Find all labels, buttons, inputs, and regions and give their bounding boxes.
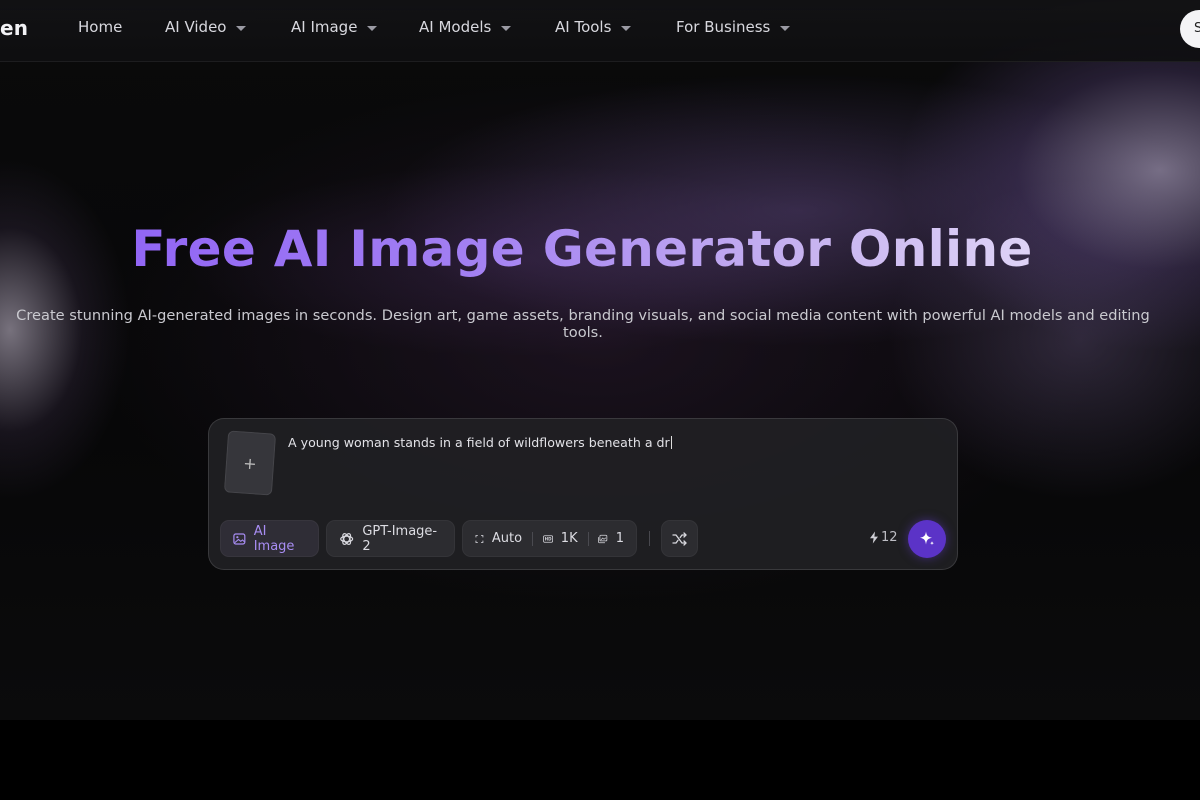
openai-icon [340,532,354,545]
svg-text:HD: HD [544,536,551,541]
caret-down-icon [621,25,632,31]
sign-in-button[interactable]: S [1180,10,1200,48]
plus-icon: + [242,453,258,473]
model-selector-button[interactable]: GPT-Image-2 [326,520,455,557]
nav-home-label: Home [78,18,123,36]
lightning-icon [870,531,878,544]
output-settings-button[interactable]: Auto HD 1K 1 [462,520,637,557]
nav-for-business-label: For Business [676,18,771,36]
shuffle-prompt-button[interactable] [661,520,698,557]
nav-ai-tools-label: AI Tools [555,18,612,36]
separator [532,531,533,546]
ratio-label: Auto [491,531,523,546]
caret-down-icon [501,25,512,31]
page-title: Free AI Image Generator Online [0,220,1164,278]
aspect-ratio-icon [475,534,484,543]
nav-ai-image-label: AI Image [291,18,358,36]
image-icon [233,532,246,545]
prompt-input-value: A young woman stands in a field of wildf… [288,435,670,450]
generate-button[interactable] [908,520,946,558]
count-label: 1 [615,531,624,546]
sparkle-icon [920,531,934,546]
hd-icon: HD [542,534,553,543]
page-subtitle: Create stunning AI-generated images in s… [16,307,1150,341]
caret-down-icon [780,25,791,31]
mode-label: AI Image [253,523,295,554]
nav-ai-video[interactable]: AI Video [165,18,247,36]
nav-ai-models[interactable]: AI Models [419,18,512,36]
brand-logo[interactable]: en [0,16,28,40]
caret-down-icon [367,25,378,31]
prompt-input[interactable]: A young woman stands in a field of wildf… [288,435,672,450]
upload-image-button[interactable]: + [223,430,277,496]
separator [587,531,589,546]
credits-counter: 12 [869,530,898,545]
nav-ai-tools[interactable]: AI Tools [555,18,632,36]
resolution-label: 1K [560,531,578,546]
top-navigation: en Home AI Video AI Image AI Models AI T… [0,0,1200,62]
model-label: GPT-Image-2 [362,523,438,554]
sign-in-label: S [1194,21,1200,36]
nav-ai-video-label: AI Video [165,18,227,36]
nav-home[interactable]: Home [78,18,122,36]
images-icon [598,534,608,543]
nav-for-business[interactable]: For Business [676,18,791,36]
credits-value: 12 [881,530,898,545]
caret-down-icon [236,25,247,31]
toolbar-divider [649,531,650,546]
shuffle-icon [671,531,687,546]
hero-background [0,0,1200,720]
nav-ai-image[interactable]: AI Image [291,18,378,36]
nav-ai-models-label: AI Models [419,18,492,36]
mode-selector-button[interactable]: AI Image [220,520,319,557]
text-cursor [670,436,672,449]
